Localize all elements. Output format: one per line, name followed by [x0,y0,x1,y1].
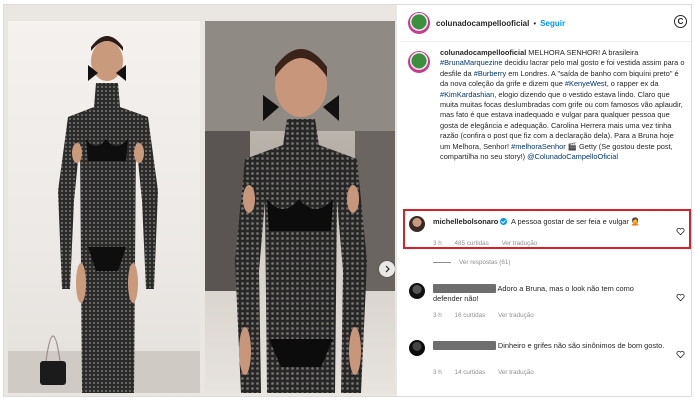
replies-divider [433,262,451,263]
model-figure-left [8,36,200,393]
hashtag-link[interactable]: #melhoraSenhor [511,142,566,151]
commenter-avatar[interactable] [409,283,425,299]
comment-time: 3 h [433,369,442,376]
caption-segment: , o rapper ex da [606,79,659,89]
translate-link[interactable]: Ver tradução [498,312,534,319]
post-photo-left [8,21,200,393]
hashtag-link[interactable]: #BrunaMarquezine [440,58,502,67]
caption-segment: MELHORA SENHOR! A brasileira [526,48,639,57]
instagram-post-frame: colunadocampellooficial • Seguir C colun… [3,4,692,397]
verified-badge-icon [500,218,508,225]
commenter-avatar[interactable] [409,216,425,232]
heart-icon[interactable] [676,227,685,236]
translate-link[interactable]: Ver tradução [502,240,538,247]
commenter-username[interactable]: ████████████ [433,284,496,293]
translate-link[interactable]: Ver tradução [498,369,534,376]
commenter-username[interactable]: michellebolsonaro [433,217,498,226]
header-separator: • [533,18,537,28]
post-photo-right [205,21,395,393]
view-replies-button[interactable]: Ver respostas (61) [433,259,510,266]
heart-icon[interactable] [676,350,685,359]
commenter-username[interactable]: ████████████ [433,341,496,350]
copyright-icon: C [674,15,687,28]
hashtag-link[interactable]: #KenyeWest [565,79,607,88]
comment-meta: 3 h 14 curtidas Ver tradução [433,369,545,376]
mention-link[interactable]: @ColunadoCampelloOficial [527,152,618,161]
comment-meta: 3 h 485 curtidas Ver tradução [433,240,548,247]
caption-author-avatar[interactable] [408,51,430,73]
comment-text: ████████████ Dinheiro e grifes não são s… [433,341,665,351]
post-media [4,5,397,396]
comment-time: 3 h [433,240,442,247]
comment-text: michellebolsonaro A pessoa gostar de ser… [433,217,665,227]
comment-time: 3 h [433,312,442,319]
post-header: colunadocampellooficial • Seguir C [401,5,691,42]
post-side-panel: colunadocampellooficial • Seguir C colun… [401,5,691,396]
caption-username[interactable]: colunadocampellooficial [440,48,526,57]
chevron-right-icon [385,265,390,273]
comment-body: Dinheiro e grifes não são sinônimos de b… [497,341,665,350]
author-avatar[interactable] [408,12,430,34]
comment-likes[interactable]: 14 curtidas [455,369,486,376]
heart-icon[interactable] [676,293,685,302]
commenter-avatar[interactable] [409,340,425,356]
follow-button[interactable]: Seguir [540,19,565,28]
carousel-next-button[interactable] [379,261,395,277]
author-username[interactable]: colunadocampellooficial [436,19,529,28]
comment-likes[interactable]: 485 curtidas [455,240,489,247]
hashtag-link[interactable]: #KimKardashian [440,90,494,99]
comment-text: ████████████ Adoro a Bruna, mas o look n… [433,284,665,305]
comment-likes[interactable]: 16 curtidas [455,312,486,319]
model-figure-right [205,21,395,393]
caption-text: colunadocampellooficial MELHORA SENHOR! … [440,48,686,162]
hashtag-link[interactable]: #Burberry [474,69,506,78]
comment-meta: 3 h 16 curtidas Ver tradução [433,312,545,319]
view-replies-label: Ver respostas (61) [459,259,511,266]
comment-body: A pessoa gostar de ser feia e vulgar 🤦 [510,217,641,226]
